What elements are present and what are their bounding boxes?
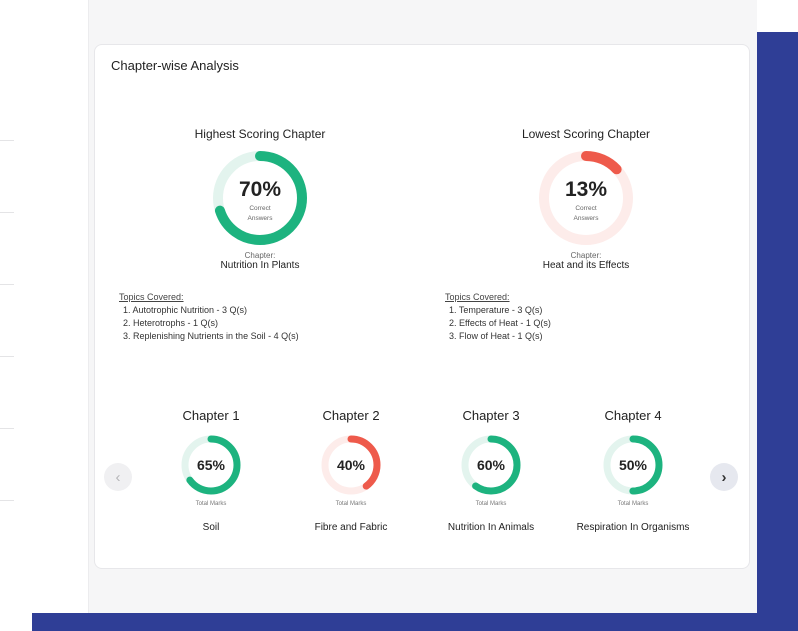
topic-item: 1. Temperature - 3 Q(s) — [449, 305, 543, 316]
divider — [0, 500, 14, 501]
chapter-percent: 60% — [476, 457, 506, 473]
divider — [0, 212, 14, 213]
chapter-percent: 65% — [196, 457, 226, 473]
highest-percent: 70% — [238, 178, 282, 202]
chapter-score-donut: 60% — [459, 433, 523, 497]
answers-caption: Answers — [247, 214, 273, 222]
chapter-score-donut: 65% — [179, 433, 243, 497]
divider — [0, 284, 14, 285]
lowest-chapter-name: Heat and its Effects — [542, 260, 630, 271]
lowest-score-donut: 13% Correct Answers — [537, 149, 635, 247]
chapter-title: Chapter 3 — [462, 408, 520, 423]
correct-caption: Correct — [249, 205, 271, 213]
chapter-title: Chapter 1 — [182, 408, 240, 423]
topic-item: 1. Autotrophic Nutrition - 3 Q(s) — [123, 305, 248, 316]
carousel-prev-button[interactable]: ‹ — [104, 463, 132, 491]
chapter-card-3[interactable]: Chapter 3 60% Total Marks Nutrition In A… — [431, 408, 551, 535]
divider — [0, 140, 14, 141]
total-marks-label: Total Marks — [475, 501, 507, 507]
highest-scoring-heading: Highest Scoring Chapter — [194, 127, 326, 141]
chapter-score-donut: 50% — [601, 433, 665, 497]
answers-caption: Answers — [573, 214, 599, 222]
card-title: Chapter-wise Analysis — [111, 58, 239, 73]
topic-item: 2. Heterotrophs - 1 Q(s) — [123, 318, 219, 329]
chapter-card-1[interactable]: Chapter 1 65% Total Marks Soil — [151, 408, 271, 535]
chapter-name: Fibre and Fabric — [314, 522, 388, 533]
topics-covered-title: Topics Covered: — [119, 292, 184, 302]
decorative-blue-band-right — [756, 32, 798, 631]
chapter-score-donut: 40% — [319, 433, 383, 497]
decorative-blue-band-bottom — [32, 613, 798, 631]
chapter-name: Soil — [202, 522, 220, 533]
highest-score-donut: 70% Correct Answers — [211, 149, 309, 247]
topic-item: 3. Flow of Heat - 1 Q(s) — [449, 331, 543, 342]
chapter-percent: 50% — [618, 457, 648, 473]
chapter-percent: 40% — [336, 457, 366, 473]
chapter-analysis-card: Chapter-wise Analysis Highest Scoring Ch… — [94, 44, 750, 569]
divider — [0, 428, 14, 429]
correct-caption: Correct — [575, 205, 597, 213]
chapter-name: Nutrition In Animals — [447, 522, 535, 533]
chapter-title: Chapter 4 — [604, 408, 662, 423]
topic-item: 3. Replenishing Nutrients in the Soil - … — [123, 331, 299, 342]
chapter-card-2[interactable]: Chapter 2 40% Total Marks Fibre and Fabr… — [291, 408, 411, 535]
topic-item: 2. Effects of Heat - 1 Q(s) — [449, 318, 551, 329]
highest-topics-list: Topics Covered: 1. Autotrophic Nutrition… — [119, 291, 369, 343]
lowest-scoring-summary: Lowest Scoring Chapter 13% Correct Answe… — [471, 127, 701, 271]
lowest-scoring-heading: Lowest Scoring Chapter — [521, 127, 651, 141]
chapter-card-4[interactable]: Chapter 4 50% Total Marks Respiration In… — [573, 408, 693, 535]
lowest-topics-list: Topics Covered: 1. Temperature - 3 Q(s) … — [445, 291, 695, 343]
chapter-name: Respiration In Organisms — [576, 522, 690, 533]
total-marks-label: Total Marks — [335, 501, 367, 507]
chapter-title: Chapter 2 — [322, 408, 380, 423]
highest-scoring-summary: Highest Scoring Chapter 70% Correct Answ… — [145, 127, 375, 271]
chapter-caption: Chapter: — [244, 251, 276, 260]
topics-covered-title: Topics Covered: — [445, 292, 510, 302]
carousel-next-button[interactable]: › — [710, 463, 738, 491]
chevron-right-icon: › — [721, 468, 727, 486]
lowest-percent: 13% — [564, 178, 608, 202]
chapter-caption: Chapter: — [570, 251, 602, 260]
total-marks-label: Total Marks — [195, 501, 227, 507]
chevron-left-icon: ‹ — [115, 468, 121, 486]
highest-chapter-name: Nutrition In Plants — [220, 260, 300, 271]
divider — [0, 356, 14, 357]
total-marks-label: Total Marks — [617, 501, 649, 507]
